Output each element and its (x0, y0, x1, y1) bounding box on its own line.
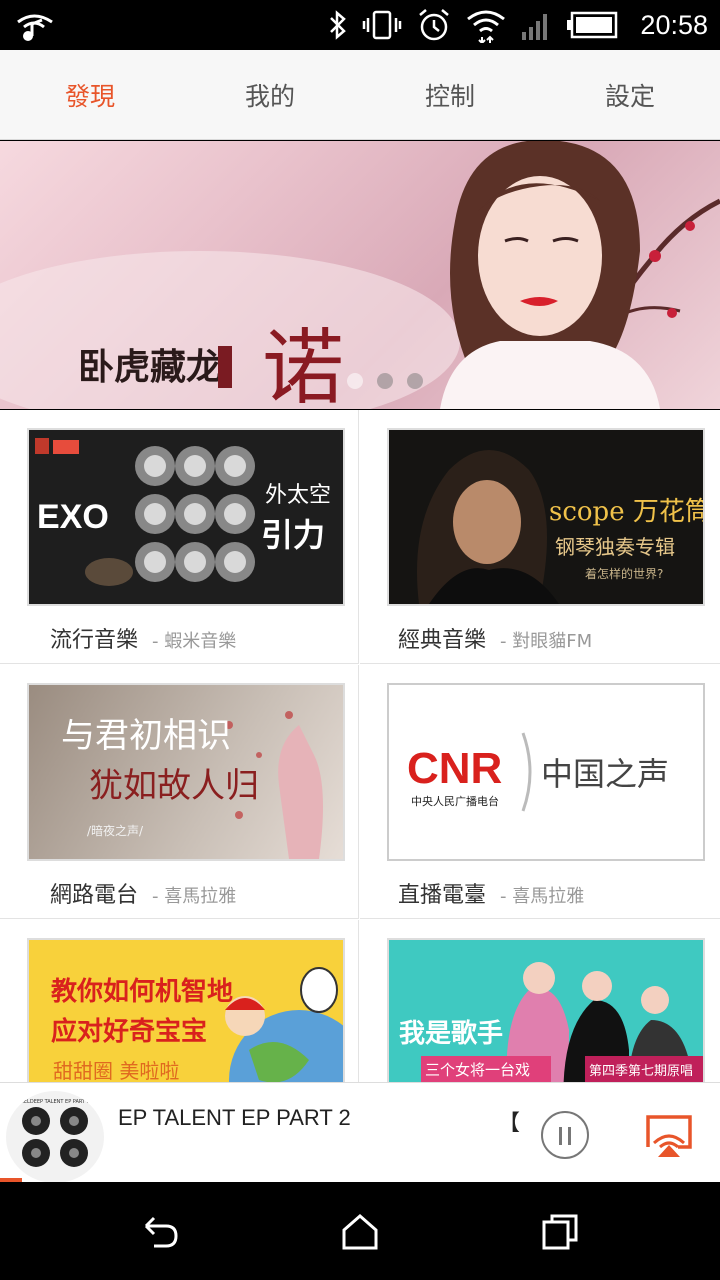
clock: 20:58 (640, 9, 708, 40)
category-thumbnail: EXO 外太空 引力 (27, 428, 345, 606)
thumb-text: 我是歌手 (399, 1019, 503, 1049)
category-source: - 喜馬拉雅 (152, 886, 237, 907)
banner-character: 诺 (262, 321, 344, 409)
thumb-text: 外太空 (265, 483, 331, 508)
home-icon[interactable] (340, 1212, 380, 1252)
recents-icon[interactable] (540, 1212, 580, 1252)
bluetooth-icon (330, 10, 347, 40)
category-grid: EXO 外太空 引力 流行音樂 - 蝦米音樂 scope 万花筒 钢琴独奏专辑 … (0, 410, 720, 1082)
category-thumbnail: 与君初相识 犹如故人归 /暗夜之声/ (27, 683, 345, 861)
tab-mine[interactable]: 我的 (180, 50, 360, 139)
alarm-icon (419, 9, 450, 41)
thumb-text: 着怎样的世界? (585, 566, 663, 581)
carousel-dot[interactable] (377, 373, 393, 389)
category-card-kids[interactable]: 教你如何机智地 应对好奇宝宝 甜甜圈 美啦啦 (0, 920, 359, 1082)
carousel-dot[interactable] (347, 373, 363, 389)
song-artist-bracket: 【 (498, 1111, 521, 1136)
category-caption: 網路電台 - 喜馬拉雅 (50, 877, 236, 909)
category-caption: 直播電臺 - 喜馬拉雅 (398, 877, 584, 909)
thumb-text: 与君初相识 (61, 716, 231, 756)
album-cover-text: HELDEEP TALENT EP PART 2 (20, 1099, 90, 1105)
battery-icon (567, 11, 618, 39)
category-title: 流行音樂 (50, 628, 139, 653)
music-wifi-icon (17, 14, 53, 41)
thumb-text: 引力 (261, 516, 325, 554)
category-card-pop[interactable]: EXO 外太空 引力 流行音樂 - 蝦米音樂 (0, 410, 359, 664)
mini-player[interactable]: HELDEEP TALENT EP PART 2 EP TALENT EP PA… (0, 1082, 720, 1183)
category-thumbnail: 教你如何机智地 应对好奇宝宝 甜甜圈 美啦啦 (27, 938, 345, 1082)
carousel-dot[interactable] (407, 373, 423, 389)
category-source: - 蝦米音樂 (152, 631, 237, 652)
carousel-dots (0, 373, 720, 389)
banner-carousel[interactable]: 卧虎藏龙 诺 (0, 141, 720, 409)
thumb-text: 中央人民广播电台 (411, 794, 499, 808)
tab-discover[interactable]: 發現 (0, 50, 180, 139)
thumb-text: scope 万花筒 (549, 497, 703, 527)
thumb-text: 三个女将一台戏 (425, 1061, 530, 1079)
thumb-text: CNR (407, 744, 502, 793)
category-title: 經典音樂 (398, 628, 487, 653)
thumb-text: EXO (37, 498, 109, 536)
banner-image: 卧虎藏龙 诺 (0, 141, 720, 409)
system-nav-bar (0, 1182, 720, 1280)
category-title: 網路電台 (50, 883, 139, 908)
tab-settings[interactable]: 設定 (540, 50, 720, 139)
category-caption: 流行音樂 - 蝦米音樂 (50, 622, 236, 654)
back-icon[interactable] (140, 1212, 180, 1252)
signal-icon (522, 14, 548, 40)
tab-bar: 發現 我的 控制 設定 (0, 50, 720, 140)
thumb-text: 甜甜圈 美啦啦 (53, 1059, 179, 1082)
wifi-icon (467, 10, 506, 43)
thumb-text: 第四季第七期原唱 (589, 1064, 693, 1079)
album-cover[interactable]: HELDEEP TALENT EP PART 2 (6, 1091, 104, 1183)
category-title: 直播電臺 (398, 883, 487, 908)
category-thumbnail: 我是歌手 三个女将一台戏 第四季第七期原唱 (387, 938, 705, 1082)
category-thumbnail: scope 万花筒 钢琴独奏专辑 着怎样的世界? (387, 428, 705, 606)
category-card-net-radio[interactable]: 与君初相识 犹如故人归 /暗夜之声/ 網路電台 - 喜馬拉雅 (0, 665, 359, 919)
category-source: - 對眼貓FM (500, 631, 593, 652)
thumb-text: 教你如何机智地 (51, 977, 233, 1007)
thumb-text: 钢琴独奏专辑 (555, 535, 675, 559)
tab-control[interactable]: 控制 (360, 50, 540, 139)
pause-button[interactable] (541, 1111, 589, 1159)
vibrate-icon (363, 10, 402, 40)
thumb-text: 中国之声 (541, 755, 669, 793)
cast-icon[interactable] (644, 1113, 694, 1159)
song-title: EP TALENT EP PART 2 (118, 1105, 351, 1130)
category-card-singer[interactable]: 我是歌手 三个女将一台戏 第四季第七期原唱 (360, 920, 720, 1082)
thumb-text: 犹如故人归 (89, 766, 259, 806)
status-bar: 20:58 (0, 0, 720, 50)
thumb-text: 应对好奇宝宝 (51, 1016, 207, 1047)
category-card-classical[interactable]: scope 万花筒 钢琴独奏专辑 着怎样的世界? 經典音樂 - 對眼貓FM (360, 410, 720, 664)
category-caption: 經典音樂 - 對眼貓FM (398, 622, 592, 654)
category-source: - 喜馬拉雅 (500, 886, 585, 907)
category-thumbnail: CNR 中央人民广播电台 中国之声 (387, 683, 705, 861)
category-card-live-radio[interactable]: CNR 中央人民广播电台 中国之声 直播電臺 - 喜馬拉雅 (360, 665, 720, 919)
thumb-text: /暗夜之声/ (87, 823, 144, 838)
